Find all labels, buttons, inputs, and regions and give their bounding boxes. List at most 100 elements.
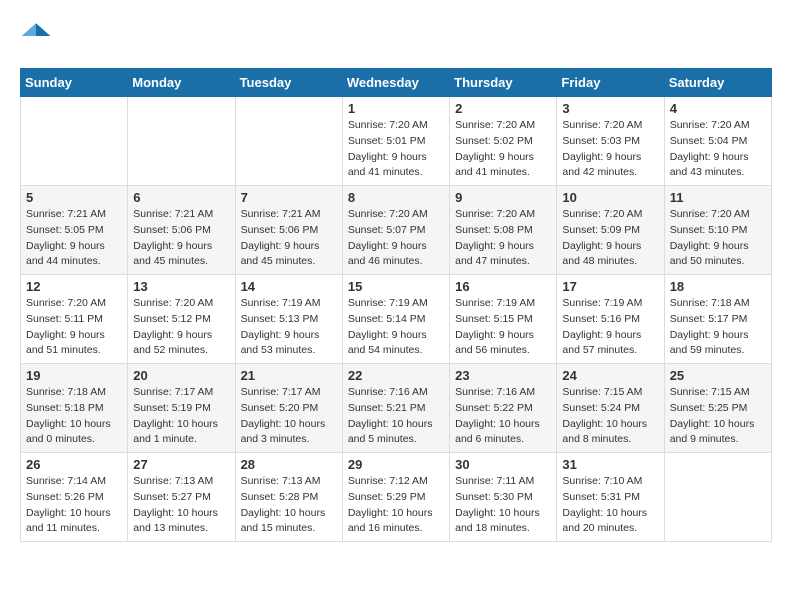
sunset-label: Sunset: 5:26 PM xyxy=(26,491,104,503)
daylight-label: Daylight: 9 hours and 53 minutes. xyxy=(241,329,320,357)
sunrise-label: Sunrise: 7:10 AM xyxy=(562,475,642,487)
day-info: Sunrise: 7:20 AM Sunset: 5:01 PM Dayligh… xyxy=(348,118,444,181)
day-number: 4 xyxy=(670,101,766,116)
calendar-day-cell: 10 Sunrise: 7:20 AM Sunset: 5:09 PM Dayl… xyxy=(557,186,664,275)
day-info: Sunrise: 7:15 AM Sunset: 5:25 PM Dayligh… xyxy=(670,385,766,448)
logo-icon xyxy=(20,20,52,52)
calendar-day-cell: 25 Sunrise: 7:15 AM Sunset: 5:25 PM Dayl… xyxy=(664,364,771,453)
daylight-label: Daylight: 9 hours and 47 minutes. xyxy=(455,240,534,268)
daylight-label: Daylight: 10 hours and 8 minutes. xyxy=(562,418,647,446)
calendar-day-cell: 13 Sunrise: 7:20 AM Sunset: 5:12 PM Dayl… xyxy=(128,275,235,364)
daylight-label: Daylight: 9 hours and 48 minutes. xyxy=(562,240,641,268)
calendar-day-cell: 20 Sunrise: 7:17 AM Sunset: 5:19 PM Dayl… xyxy=(128,364,235,453)
day-number: 10 xyxy=(562,190,658,205)
sunrise-label: Sunrise: 7:14 AM xyxy=(26,475,106,487)
sunset-label: Sunset: 5:12 PM xyxy=(133,313,211,325)
sunrise-label: Sunrise: 7:19 AM xyxy=(241,297,321,309)
sunrise-label: Sunrise: 7:20 AM xyxy=(455,119,535,131)
calendar-day-cell xyxy=(21,97,128,186)
sunrise-label: Sunrise: 7:16 AM xyxy=(348,386,428,398)
calendar-day-cell xyxy=(664,453,771,542)
daylight-label: Daylight: 10 hours and 3 minutes. xyxy=(241,418,326,446)
day-info: Sunrise: 7:20 AM Sunset: 5:11 PM Dayligh… xyxy=(26,296,122,359)
calendar-day-cell: 11 Sunrise: 7:20 AM Sunset: 5:10 PM Dayl… xyxy=(664,186,771,275)
sunset-label: Sunset: 5:22 PM xyxy=(455,402,533,414)
sunrise-label: Sunrise: 7:20 AM xyxy=(26,297,106,309)
day-of-week-header: Thursday xyxy=(450,69,557,97)
day-info: Sunrise: 7:19 AM Sunset: 5:16 PM Dayligh… xyxy=(562,296,658,359)
day-number: 30 xyxy=(455,457,551,472)
calendar-day-cell: 27 Sunrise: 7:13 AM Sunset: 5:27 PM Dayl… xyxy=(128,453,235,542)
page-header xyxy=(20,20,772,52)
day-number: 6 xyxy=(133,190,229,205)
sunrise-label: Sunrise: 7:19 AM xyxy=(455,297,535,309)
daylight-label: Daylight: 10 hours and 9 minutes. xyxy=(670,418,755,446)
sunset-label: Sunset: 5:05 PM xyxy=(26,224,104,236)
sunset-label: Sunset: 5:03 PM xyxy=(562,135,640,147)
day-number: 22 xyxy=(348,368,444,383)
day-number: 25 xyxy=(670,368,766,383)
sunrise-label: Sunrise: 7:18 AM xyxy=(26,386,106,398)
daylight-label: Daylight: 9 hours and 56 minutes. xyxy=(455,329,534,357)
daylight-label: Daylight: 10 hours and 20 minutes. xyxy=(562,507,647,535)
sunrise-label: Sunrise: 7:20 AM xyxy=(670,208,750,220)
sunset-label: Sunset: 5:15 PM xyxy=(455,313,533,325)
day-number: 15 xyxy=(348,279,444,294)
day-of-week-header: Saturday xyxy=(664,69,771,97)
calendar-day-cell: 15 Sunrise: 7:19 AM Sunset: 5:14 PM Dayl… xyxy=(342,275,449,364)
calendar-day-cell: 17 Sunrise: 7:19 AM Sunset: 5:16 PM Dayl… xyxy=(557,275,664,364)
daylight-label: Daylight: 9 hours and 52 minutes. xyxy=(133,329,212,357)
day-number: 17 xyxy=(562,279,658,294)
sunrise-label: Sunrise: 7:21 AM xyxy=(26,208,106,220)
sunrise-label: Sunrise: 7:15 AM xyxy=(562,386,642,398)
sunset-label: Sunset: 5:13 PM xyxy=(241,313,319,325)
calendar-day-cell: 5 Sunrise: 7:21 AM Sunset: 5:05 PM Dayli… xyxy=(21,186,128,275)
daylight-label: Daylight: 9 hours and 45 minutes. xyxy=(241,240,320,268)
calendar-week-row: 19 Sunrise: 7:18 AM Sunset: 5:18 PM Dayl… xyxy=(21,364,772,453)
calendar-week-row: 1 Sunrise: 7:20 AM Sunset: 5:01 PM Dayli… xyxy=(21,97,772,186)
day-info: Sunrise: 7:20 AM Sunset: 5:09 PM Dayligh… xyxy=(562,207,658,270)
calendar-day-cell xyxy=(235,97,342,186)
day-number: 9 xyxy=(455,190,551,205)
sunrise-label: Sunrise: 7:17 AM xyxy=(241,386,321,398)
sunset-label: Sunset: 5:28 PM xyxy=(241,491,319,503)
day-number: 20 xyxy=(133,368,229,383)
day-of-week-header: Friday xyxy=(557,69,664,97)
day-info: Sunrise: 7:19 AM Sunset: 5:14 PM Dayligh… xyxy=(348,296,444,359)
sunrise-label: Sunrise: 7:11 AM xyxy=(455,475,534,487)
sunrise-label: Sunrise: 7:19 AM xyxy=(562,297,642,309)
sunrise-label: Sunrise: 7:17 AM xyxy=(133,386,213,398)
day-info: Sunrise: 7:19 AM Sunset: 5:15 PM Dayligh… xyxy=(455,296,551,359)
daylight-label: Daylight: 9 hours and 42 minutes. xyxy=(562,151,641,179)
daylight-label: Daylight: 9 hours and 44 minutes. xyxy=(26,240,105,268)
day-info: Sunrise: 7:16 AM Sunset: 5:21 PM Dayligh… xyxy=(348,385,444,448)
day-info: Sunrise: 7:14 AM Sunset: 5:26 PM Dayligh… xyxy=(26,474,122,537)
day-number: 31 xyxy=(562,457,658,472)
sunset-label: Sunset: 5:16 PM xyxy=(562,313,640,325)
day-number: 7 xyxy=(241,190,337,205)
sunset-label: Sunset: 5:01 PM xyxy=(348,135,426,147)
sunset-label: Sunset: 5:02 PM xyxy=(455,135,533,147)
logo xyxy=(20,20,56,52)
sunset-label: Sunset: 5:21 PM xyxy=(348,402,426,414)
daylight-label: Daylight: 9 hours and 43 minutes. xyxy=(670,151,749,179)
day-number: 27 xyxy=(133,457,229,472)
calendar-day-cell: 29 Sunrise: 7:12 AM Sunset: 5:29 PM Dayl… xyxy=(342,453,449,542)
sunset-label: Sunset: 5:27 PM xyxy=(133,491,211,503)
sunset-label: Sunset: 5:11 PM xyxy=(26,313,103,325)
daylight-label: Daylight: 9 hours and 41 minutes. xyxy=(348,151,427,179)
sunset-label: Sunset: 5:17 PM xyxy=(670,313,748,325)
day-of-week-header: Tuesday xyxy=(235,69,342,97)
sunset-label: Sunset: 5:10 PM xyxy=(670,224,748,236)
calendar-day-cell: 19 Sunrise: 7:18 AM Sunset: 5:18 PM Dayl… xyxy=(21,364,128,453)
daylight-label: Daylight: 9 hours and 50 minutes. xyxy=(670,240,749,268)
day-number: 23 xyxy=(455,368,551,383)
daylight-label: Daylight: 9 hours and 45 minutes. xyxy=(133,240,212,268)
calendar-day-cell: 7 Sunrise: 7:21 AM Sunset: 5:06 PM Dayli… xyxy=(235,186,342,275)
sunrise-label: Sunrise: 7:13 AM xyxy=(133,475,213,487)
calendar-table: SundayMondayTuesdayWednesdayThursdayFrid… xyxy=(20,68,772,542)
sunrise-label: Sunrise: 7:20 AM xyxy=(562,208,642,220)
sunrise-label: Sunrise: 7:12 AM xyxy=(348,475,428,487)
day-info: Sunrise: 7:16 AM Sunset: 5:22 PM Dayligh… xyxy=(455,385,551,448)
day-number: 14 xyxy=(241,279,337,294)
